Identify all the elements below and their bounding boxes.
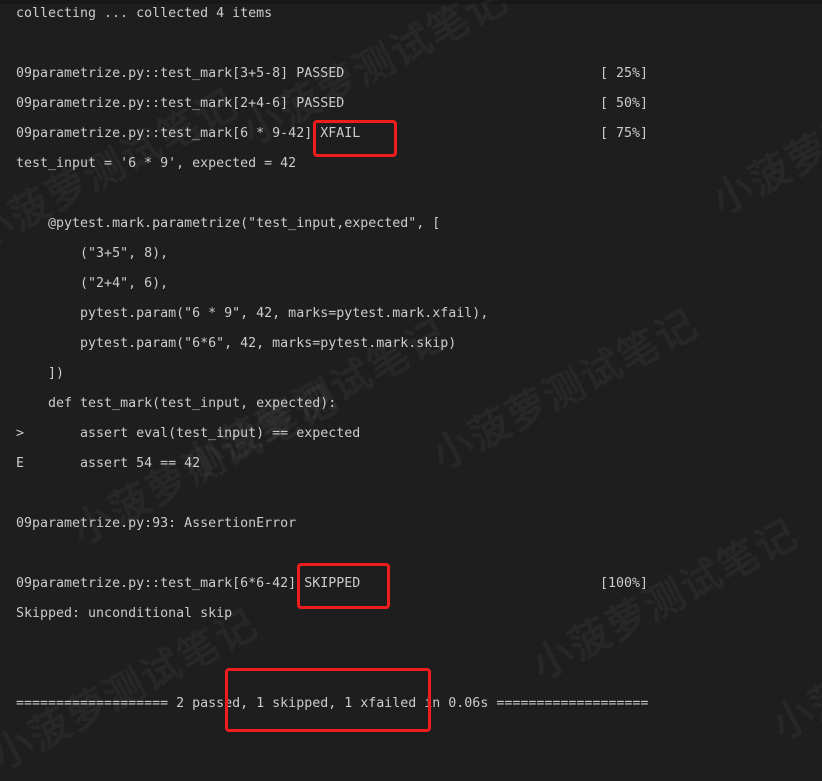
code-line-failing: > assert eval(test_input) == expected: [16, 426, 361, 441]
xfail-highlight-box: [313, 120, 397, 157]
skipped-highlight-box: [297, 563, 390, 609]
progress-percent: [ 50%]: [600, 96, 649, 111]
summary-highlight-box: [225, 668, 431, 732]
code-line: @pytest.mark.parametrize("test_input,exp…: [16, 216, 441, 231]
test-result-line: 09parametrize.py::test_mark[2+4-6] PASSE…: [16, 96, 345, 111]
watermark: 小菠萝测试笔记: [520, 502, 807, 691]
error-location: 09parametrize.py:93: AssertionError: [16, 516, 297, 531]
code-line-error: E assert 54 == 42: [16, 456, 201, 471]
test-result-line: 09parametrize.py::test_mark[3+5-8] PASSE…: [16, 66, 345, 81]
code-line: def test_mark(test_input, expected):: [16, 396, 337, 411]
watermark: 小菠萝测试笔记: [700, 37, 822, 226]
progress-percent: [ 25%]: [600, 66, 649, 81]
code-line: pytest.param("6 * 9", 42, marks=pytest.m…: [16, 306, 489, 321]
code-line: ]): [16, 366, 65, 381]
progress-percent: [100%]: [600, 576, 649, 591]
code-line: ("3+5", 8),: [16, 246, 169, 261]
skip-reason: Skipped: unconditional skip: [16, 606, 233, 621]
progress-percent: [ 75%]: [600, 126, 649, 141]
test-result-line: 09parametrize.py::test_mark[6 * 9-42] XF…: [16, 126, 361, 141]
watermark: 小菠萝测试笔记: [760, 562, 822, 751]
code-line: pytest.param("6*6", 42, marks=pytest.mar…: [16, 336, 457, 351]
xfail-params-line: test_input = '6 * 9', expected = 42: [16, 156, 297, 171]
code-line: ("2+4", 6),: [16, 276, 169, 291]
collecting-line: collecting ... collected 4 items: [16, 6, 273, 21]
